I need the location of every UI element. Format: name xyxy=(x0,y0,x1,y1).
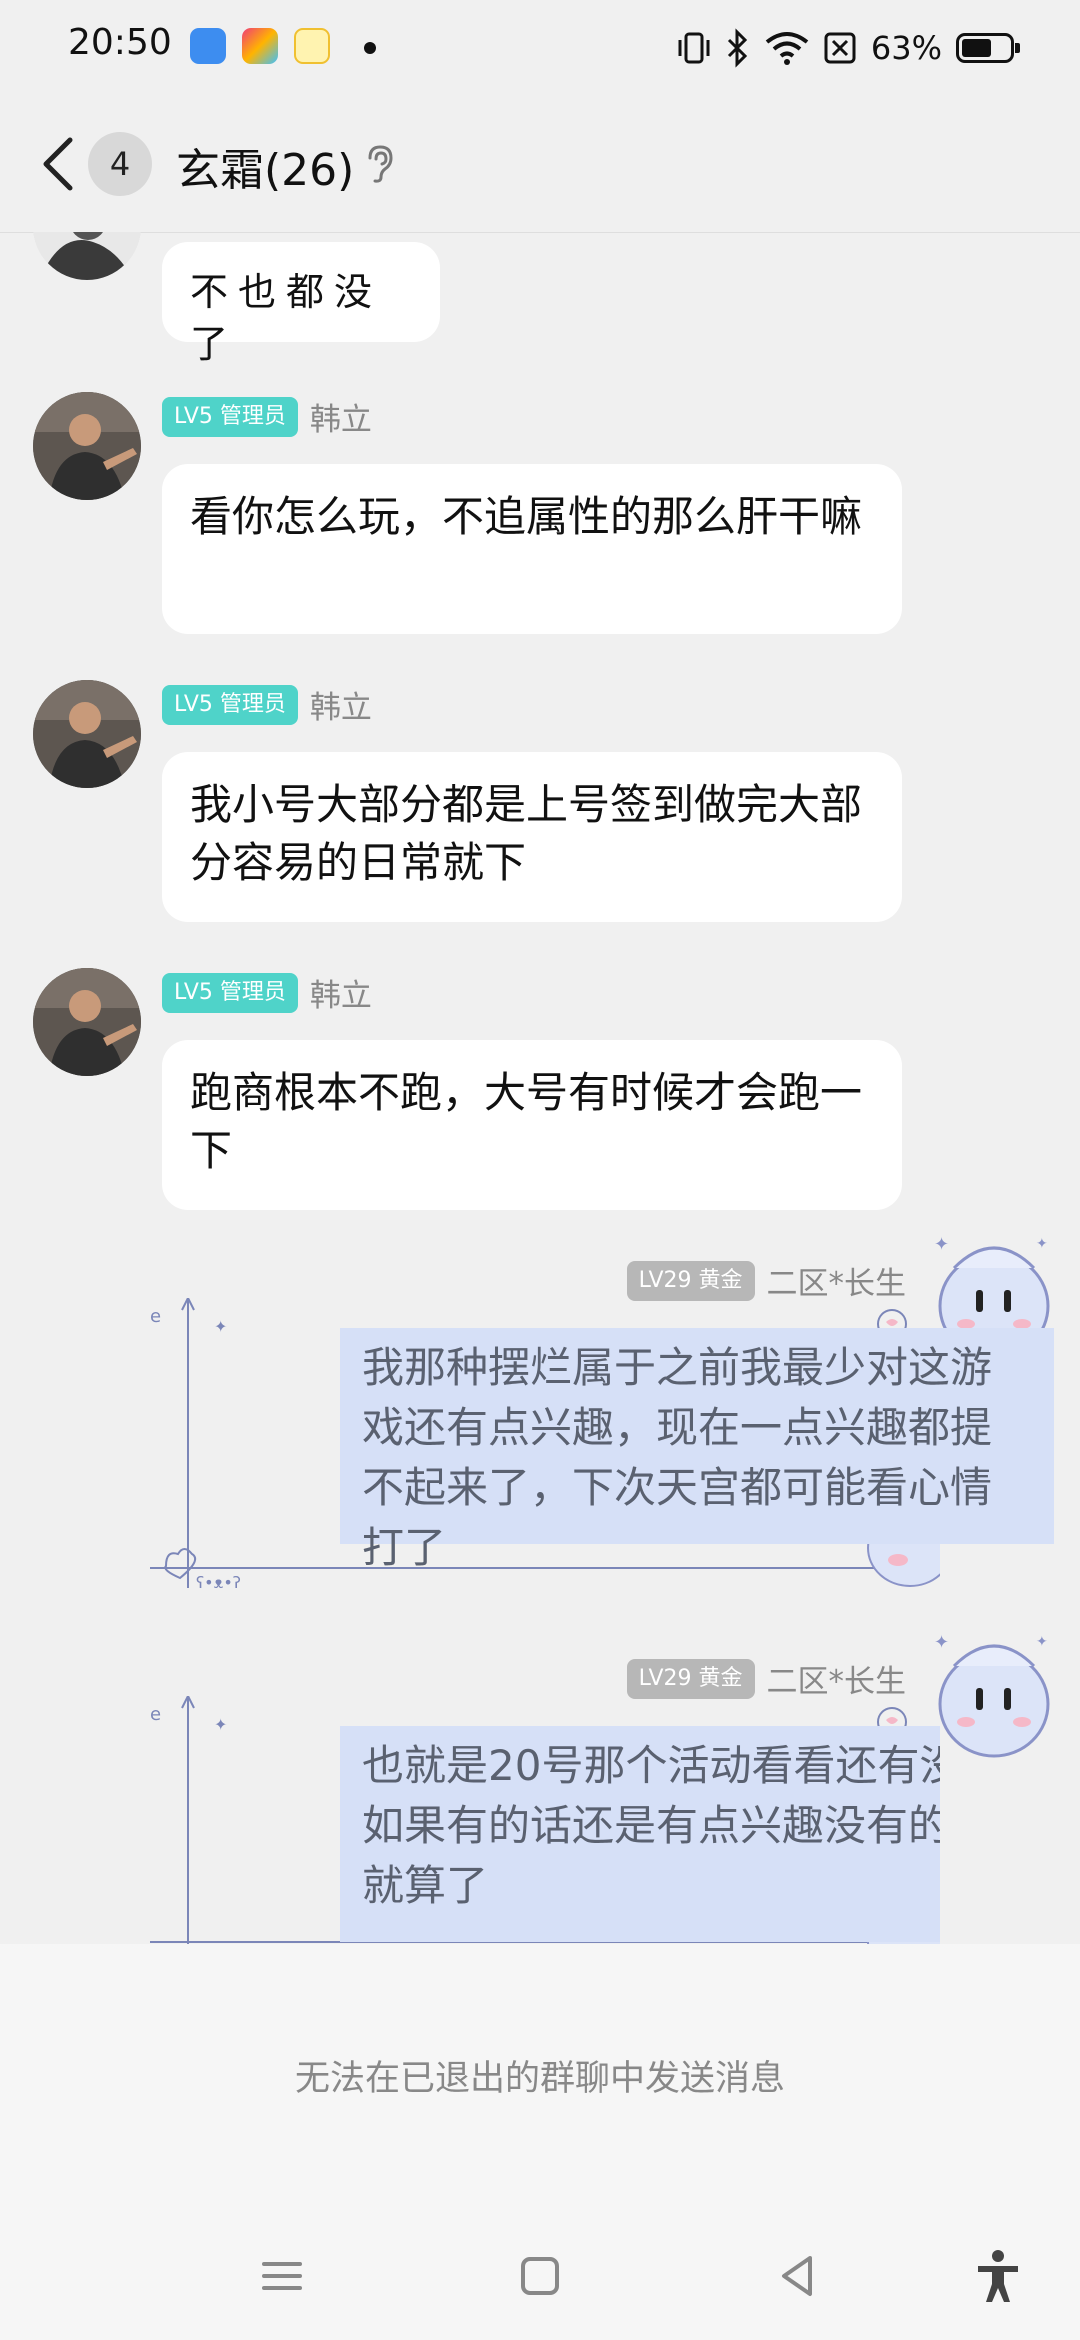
battery-icon xyxy=(956,33,1020,63)
status-bar: 20:50 63% xyxy=(0,0,1080,96)
status-time: 20:50 xyxy=(68,22,172,63)
home-icon[interactable] xyxy=(510,2246,570,2306)
no-sim-icon xyxy=(824,32,856,64)
back-arrow-icon[interactable] xyxy=(36,134,82,194)
accessibility-icon[interactable] xyxy=(968,2246,1028,2306)
sender-tagline: LV5 管理员 韩立 xyxy=(162,682,372,727)
unread-count-badge[interactable]: 4 xyxy=(88,132,152,196)
level-badge: LV29 黄金 xyxy=(626,1658,755,1699)
avatar[interactable] xyxy=(33,232,141,280)
battery-nub xyxy=(1015,43,1020,53)
sender-tagline: LV5 管理员 韩立 xyxy=(162,970,372,1015)
svg-text:✦: ✦ xyxy=(934,1632,949,1653)
menu-icon[interactable] xyxy=(252,2246,312,2306)
level-badge: LV5 管理员 xyxy=(162,684,298,725)
message-list[interactable]: 不也都没了 LV5 管理员 韩立 看你怎么玩，不追属性的那么肝干嘛 LV5 管理… xyxy=(0,232,1080,1944)
svg-text:✦: ✦ xyxy=(1036,1236,1048,1252)
battery-fill xyxy=(962,39,991,57)
svg-text:✦: ✦ xyxy=(1036,1634,1048,1650)
avatar[interactable] xyxy=(33,968,141,1076)
sender-tagline: LV5 管理员 韩立 xyxy=(162,394,372,439)
chat-title[interactable]: 玄霜(26) xyxy=(176,134,354,198)
svg-text:✦: ✦ xyxy=(214,1715,227,1734)
mascot-avatar[interactable]: ✦ ✦ xyxy=(924,1626,1064,1766)
message-bubble[interactable]: 我那种摆烂属于之前我最少对这游戏还有点兴趣，现在一点兴趣都提不起来了，下次天宫都… xyxy=(340,1328,1054,1572)
sender-name[interactable]: 韩立 xyxy=(310,682,372,727)
decorated-bubble-frame: e ✦ ʕ•ᴥ•ʔ 我那种摆烂属于之前我最少对这游戏还有点兴趣，现在一点兴趣都提… xyxy=(150,1298,1054,1588)
svg-text:✦: ✦ xyxy=(214,1317,227,1336)
chat-header: 4 玄霜(26) xyxy=(0,96,1080,233)
status-right: 63% xyxy=(677,20,1020,76)
level-badge: LV29 黄金 xyxy=(626,1260,755,1301)
sender-tagline: LV29 黄金 二区*长生 xyxy=(626,1258,907,1303)
back-triangle-icon[interactable] xyxy=(768,2246,828,2306)
level-badge: LV5 管理员 xyxy=(162,972,298,1013)
exited-group-notice: 无法在已退出的群聊中发送消息 xyxy=(294,2059,785,2099)
svg-text:e: e xyxy=(150,1704,161,1725)
system-nav-bar xyxy=(0,2210,1080,2340)
decorated-bubble-frame: e ✦ 也就是20号那个活动看看还有没有如果有的话还是有点兴趣没有的话就算了 xyxy=(150,1696,940,1944)
level-badge: LV5 管理员 xyxy=(162,396,298,437)
message-bubble[interactable]: 跑商根本不跑，大号有时候才会跑一下 xyxy=(162,1040,902,1210)
wifi-icon xyxy=(765,32,809,65)
svg-text:✦: ✦ xyxy=(934,1234,949,1255)
sender-name[interactable]: 韩立 xyxy=(310,394,372,439)
notification-dot xyxy=(364,42,376,54)
sender-name[interactable]: 二区*长生 xyxy=(767,1656,907,1701)
hundred-app-icon xyxy=(294,28,330,64)
svg-text:e: e xyxy=(150,1306,161,1327)
sender-tagline: LV29 黄金 二区*长生 xyxy=(626,1656,907,1701)
battery-percent: 63% xyxy=(870,29,942,67)
browser-app-icon xyxy=(190,28,226,64)
avatar[interactable] xyxy=(33,392,141,500)
ear-icon[interactable] xyxy=(364,144,396,184)
vibrate-icon xyxy=(678,32,710,64)
message-bubble[interactable]: 我小号大部分都是上号签到做完大部分容易的日常就下 xyxy=(162,752,902,922)
sender-name[interactable]: 韩立 xyxy=(310,970,372,1015)
star-app-icon xyxy=(242,28,278,64)
avatar[interactable] xyxy=(33,680,141,788)
svg-text:ʕ•ᴥ•ʔ: ʕ•ᴥ•ʔ xyxy=(196,1573,241,1588)
message-bubble[interactable]: 也就是20号那个活动看看还有没有如果有的话还是有点兴趣没有的话就算了 xyxy=(340,1726,940,1942)
message-bubble[interactable]: 不也都没了 xyxy=(162,242,440,366)
sender-name[interactable]: 二区*长生 xyxy=(767,1258,907,1303)
bluetooth-icon xyxy=(727,28,747,68)
message-bubble[interactable]: 看你怎么玩，不追属性的那么肝干嘛 xyxy=(162,464,902,634)
